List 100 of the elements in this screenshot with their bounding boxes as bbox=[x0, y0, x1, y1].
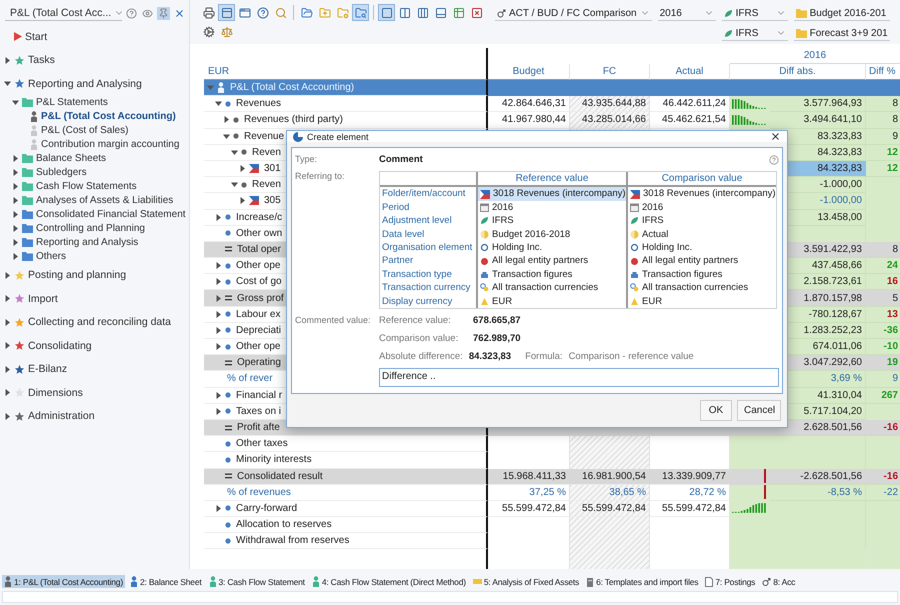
nav-item[interactable]: P&L (Total Cost Accounting) bbox=[41, 111, 176, 122]
nav-item[interactable]: Collecting and reconciling data bbox=[28, 316, 172, 328]
nav-item[interactable]: Cash Flow Statements bbox=[36, 181, 137, 192]
document-tab[interactable]: 5: Analysis of Fixed Assets bbox=[470, 575, 582, 588]
expand-toggle-icon[interactable] bbox=[215, 278, 222, 286]
expand-toggle-icon[interactable] bbox=[231, 148, 238, 156]
help-button[interactable] bbox=[125, 6, 138, 20]
nav-item[interactable]: Consolidating bbox=[28, 340, 92, 352]
comment-field[interactable]: Difference .. bbox=[379, 368, 779, 387]
expand-toggle-icon[interactable] bbox=[215, 408, 222, 415]
expand-toggle-icon[interactable] bbox=[239, 165, 246, 172]
expand-toggle-icon[interactable] bbox=[4, 80, 11, 88]
expand-toggle-icon[interactable] bbox=[215, 326, 222, 334]
nav-item[interactable]: Tasks bbox=[28, 54, 55, 66]
reference-value[interactable]: 2016 bbox=[492, 200, 514, 214]
close-button[interactable] bbox=[770, 131, 781, 142]
nav-item[interactable]: Analyses of Assets & Liabilities bbox=[36, 195, 174, 206]
filter-dropdown[interactable]: IFRS bbox=[722, 26, 788, 41]
expand-toggle-icon[interactable] bbox=[215, 214, 222, 221]
reference-value[interactable]: Budget 2016-2018 bbox=[492, 228, 570, 241]
nav-item[interactable]: P&L (Cost of Sales) bbox=[41, 125, 128, 136]
help-icon[interactable] bbox=[769, 154, 779, 165]
expand-toggle-icon[interactable] bbox=[12, 211, 19, 218]
filter-dropdown[interactable]: Forecast 3+9 201 bbox=[794, 26, 890, 41]
filter-dropdown[interactable]: IFRS bbox=[722, 6, 788, 21]
expand-toggle-icon[interactable] bbox=[12, 183, 19, 190]
expand-toggle-icon[interactable] bbox=[4, 366, 11, 373]
document-tab[interactable]: 6: Templates and import files bbox=[584, 575, 700, 588]
nav-item[interactable]: Start bbox=[25, 30, 48, 43]
expand-toggle-icon[interactable] bbox=[207, 84, 214, 92]
expand-toggle-icon[interactable] bbox=[215, 392, 222, 399]
nav-item[interactable]: Administration bbox=[28, 410, 95, 422]
expand-toggle-icon[interactable] bbox=[223, 132, 230, 140]
expand-toggle-icon[interactable] bbox=[4, 56, 11, 64]
report-dropdown[interactable]: P&L (Total Cost Acc... bbox=[5, 6, 122, 20]
expand-toggle-icon[interactable] bbox=[223, 116, 230, 124]
cancel-button[interactable]: Cancel bbox=[737, 400, 781, 421]
filter-dropdown[interactable]: Budget 2016-201 bbox=[794, 6, 890, 21]
pin-button[interactable] bbox=[157, 6, 170, 20]
filter-dropdown[interactable]: 2016 bbox=[658, 6, 716, 21]
expand-toggle-icon[interactable] bbox=[4, 412, 11, 420]
expand-toggle-icon[interactable] bbox=[12, 99, 19, 106]
nav-item[interactable]: Controlling and Planning bbox=[36, 223, 145, 234]
nav-item[interactable]: Subledgers bbox=[36, 167, 87, 178]
layout-button[interactable] bbox=[218, 4, 235, 21]
nav-item[interactable]: Balance Sheets bbox=[36, 153, 106, 164]
single-pane-button[interactable] bbox=[378, 4, 395, 21]
nav-item[interactable]: Consolidated Financial Statement bbox=[36, 209, 186, 220]
expand-toggle-icon[interactable] bbox=[215, 262, 222, 270]
reference-value[interactable]: EUR bbox=[492, 294, 512, 308]
nav-item[interactable]: P&L Statements bbox=[36, 97, 108, 108]
expand-toggle-icon[interactable] bbox=[12, 239, 19, 246]
nav-item[interactable]: Reporting and Analysing bbox=[28, 78, 142, 90]
document-tab[interactable]: 4: Cash Flow Statement (Direct Method) bbox=[310, 575, 468, 588]
expand-toggle-icon[interactable] bbox=[215, 504, 222, 512]
expand-toggle-icon[interactable] bbox=[12, 225, 19, 232]
expand-toggle-icon[interactable] bbox=[231, 181, 238, 188]
expand-toggle-icon[interactable] bbox=[215, 100, 222, 108]
nav-item[interactable]: Dimensions bbox=[28, 386, 83, 399]
expand-toggle-icon[interactable] bbox=[12, 155, 19, 162]
expand-toggle-icon[interactable] bbox=[12, 169, 19, 176]
total-row[interactable]: Consolidated result 15.968.411,33 16.981.900,54 13.339.909,77 -2.628.501,56 -16 bbox=[204, 468, 900, 485]
expand-toggle-icon[interactable] bbox=[215, 310, 222, 318]
comparison-value[interactable]: IFRS bbox=[642, 214, 664, 228]
reference-value[interactable]: Holding Inc. bbox=[492, 240, 542, 254]
reference-value[interactable]: All legal entity partners bbox=[492, 254, 588, 268]
nav-item[interactable]: Import bbox=[28, 292, 58, 305]
expand-toggle-icon[interactable] bbox=[4, 389, 11, 396]
expand-toggle-icon[interactable] bbox=[4, 272, 11, 279]
expand-toggle-icon[interactable] bbox=[4, 295, 11, 302]
comparison-value[interactable]: EUR bbox=[642, 294, 662, 308]
document-tab[interactable]: 1: P&L (Total Cost Accounting) bbox=[2, 575, 125, 588]
filter-dropdown[interactable]: ACT / BUD / FC Comparison bbox=[495, 6, 652, 21]
nav-item[interactable]: Posting and planning bbox=[28, 269, 126, 282]
expand-toggle-icon[interactable] bbox=[12, 197, 19, 204]
ok-button[interactable]: OK bbox=[700, 400, 732, 421]
document-tab[interactable]: 3: Cash Flow Statement bbox=[206, 575, 307, 588]
folder-search-button[interactable] bbox=[352, 4, 369, 21]
comparison-value[interactable]: All transaction currencies bbox=[642, 281, 748, 295]
expand-toggle-icon[interactable] bbox=[239, 197, 246, 204]
document-tab[interactable]: 2: Balance Sheet bbox=[128, 575, 204, 588]
comparison-value[interactable]: All legal entity partners bbox=[642, 254, 738, 268]
comparison-value[interactable]: 2016 bbox=[642, 200, 664, 214]
document-tab[interactable]: 7: Postings bbox=[703, 575, 758, 588]
expand-toggle-icon[interactable] bbox=[12, 253, 19, 260]
nav-item[interactable]: E-Bilanz bbox=[28, 363, 68, 376]
nav-item[interactable]: Others bbox=[36, 251, 66, 262]
document-tab[interactable]: 8: Acc bbox=[760, 575, 798, 588]
expand-toggle-icon[interactable] bbox=[215, 343, 222, 350]
expand-toggle-icon[interactable] bbox=[4, 318, 11, 326]
comparison-value[interactable]: Actual bbox=[642, 228, 668, 241]
nav-item[interactable]: Contribution margin accounting bbox=[41, 139, 180, 150]
comparison-value[interactable]: Holding Inc. bbox=[642, 240, 692, 254]
expand-toggle-icon[interactable] bbox=[215, 294, 222, 302]
reference-value[interactable]: Transaction figures bbox=[492, 268, 572, 282]
reference-value[interactable]: IFRS bbox=[492, 214, 514, 228]
reference-value[interactable]: All transaction currencies bbox=[492, 281, 598, 295]
comparison-value[interactable]: Transaction figures bbox=[642, 268, 722, 282]
expand-toggle-icon[interactable] bbox=[4, 342, 11, 350]
nav-item[interactable]: Reporting and Analysis bbox=[36, 237, 138, 248]
